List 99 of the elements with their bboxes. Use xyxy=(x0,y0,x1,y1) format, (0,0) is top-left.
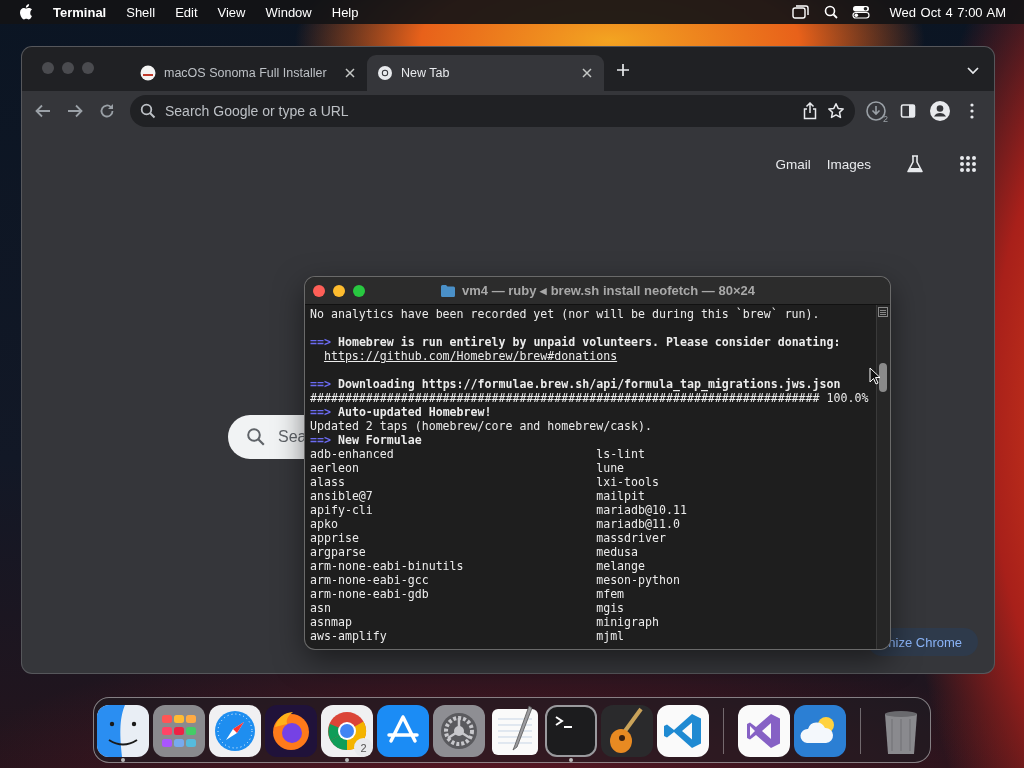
share-icon[interactable] xyxy=(802,102,818,120)
search-icon[interactable] xyxy=(823,5,838,19)
menu-item[interactable]: Window xyxy=(265,4,312,20)
address-placeholder: Search Google or type a URL xyxy=(165,103,350,119)
terminal-link[interactable]: https://github.com/Homebrew/brew#donations xyxy=(323,349,618,363)
apple-icon xyxy=(19,4,33,20)
browser-tab[interactable]: macOS Sonoma Full Installer xyxy=(130,55,367,91)
formula-name: massdriver xyxy=(596,531,667,545)
formula-name: adb-enhanced xyxy=(310,447,395,461)
formula-name: ansible@7 xyxy=(310,489,374,503)
terminal-line: No analytics have been recorded yet (nor will be during this `brew` run). xyxy=(310,307,821,321)
gear-icon[interactable] xyxy=(433,705,485,757)
terminal-heading: Homebrew is run entirely by unpaid volunteers. Please consider donating: xyxy=(337,335,841,349)
formula-name: lxi-tools xyxy=(596,475,660,489)
terminal-prompt-icon[interactable] xyxy=(545,705,597,757)
new-tab-icon[interactable] xyxy=(616,63,630,77)
close-button[interactable] xyxy=(313,284,325,297)
minimize-button[interactable] xyxy=(333,284,345,297)
terminal-heading: New Formulae xyxy=(337,433,422,447)
toggles-icon[interactable] xyxy=(851,5,870,19)
download-count: 2 xyxy=(883,114,888,124)
formula-name: mfem xyxy=(596,587,626,601)
smiling-face-icon[interactable] xyxy=(97,705,149,757)
formula-name: mailpit xyxy=(596,489,647,503)
tab-title: macOS Sonoma Full Installer xyxy=(164,66,328,80)
window-title: vm4 — ruby ◂ brew.sh install neofetch — 80×24 xyxy=(462,283,755,298)
formula-name: alass xyxy=(310,475,346,489)
terminal-line: ######################################################################### 100.0% xyxy=(310,391,870,405)
app-grid-icon[interactable] xyxy=(153,705,205,757)
zoom-button[interactable] xyxy=(353,284,365,297)
formula-name: lune xyxy=(596,461,626,475)
wheel-favicon-icon xyxy=(377,65,393,81)
notepad-pen-icon[interactable] xyxy=(489,705,541,757)
close-icon[interactable] xyxy=(343,66,357,80)
formula-name: apprise xyxy=(310,531,360,545)
menu-item[interactable]: Edit xyxy=(175,4,198,20)
formula-name: aerleon xyxy=(310,461,360,475)
header-link[interactable]: Images xyxy=(826,156,871,172)
apps-grid-icon[interactable] xyxy=(959,155,977,173)
menu-item[interactable]: Help xyxy=(331,4,359,20)
formula-name: argparse xyxy=(310,545,367,559)
flask-icon[interactable] xyxy=(905,154,925,174)
letter-a-icon[interactable] xyxy=(377,705,429,757)
formula-name: arm-none-eabi-gcc xyxy=(310,573,430,587)
prompt-arrow: ==> xyxy=(310,377,331,391)
formula-name: medusa xyxy=(596,545,640,559)
reload-icon[interactable] xyxy=(98,102,116,120)
formula-name: asn xyxy=(310,601,332,615)
page-favicon-icon xyxy=(140,65,156,81)
formula-name: mariadb@11.0 xyxy=(596,517,681,531)
terminal-heading: Downloading https://formulae.brew.sh/api/formula_tap_migrations.jws.json xyxy=(337,377,841,391)
more-icon[interactable] xyxy=(970,103,974,119)
formula-name: apify-cli xyxy=(310,503,374,517)
formula-name: melange xyxy=(596,559,647,573)
formula-name: arm-none-eabi-binutils xyxy=(310,559,465,573)
back-icon[interactable] xyxy=(34,102,52,120)
formula-name: mgis xyxy=(596,601,626,615)
clock[interactable]: Wed Oct 4 7:00 AM xyxy=(889,4,1006,20)
search-icon xyxy=(140,103,156,119)
formula-name: asnmap xyxy=(310,615,353,629)
formula-name: meson-python xyxy=(596,573,681,587)
close-icon[interactable] xyxy=(580,66,594,80)
browser-tab[interactable]: New Tab xyxy=(367,55,604,91)
formula-name: apko xyxy=(310,517,339,531)
tab-title: New Tab xyxy=(401,66,451,80)
scrollbar[interactable] xyxy=(876,305,890,649)
search-icon xyxy=(246,427,266,447)
windows-icon[interactable] xyxy=(791,5,810,19)
star-icon[interactable] xyxy=(827,102,845,120)
forward-icon[interactable] xyxy=(66,102,84,120)
side-panel-icon[interactable] xyxy=(900,103,916,119)
download-icon[interactable] xyxy=(865,100,887,122)
header-link[interactable]: Gmail xyxy=(775,156,811,172)
color-wheel-icon[interactable] xyxy=(321,705,373,757)
cloud-sun-icon[interactable] xyxy=(794,705,846,757)
terminal-heading: Auto-updated Homebrew! xyxy=(337,405,492,419)
compass-icon[interactable] xyxy=(209,705,261,757)
formula-name: mjml xyxy=(596,629,626,643)
pointer-icon xyxy=(869,367,881,385)
guitar-icon[interactable] xyxy=(601,705,653,757)
prompt-arrow: ==> xyxy=(310,335,331,349)
scrollbar-thumb[interactable] xyxy=(879,363,887,392)
terminal-line: Updated 2 taps (homebrew/core and homebrew/cask). xyxy=(310,419,654,433)
fox-globe-icon[interactable] xyxy=(265,705,317,757)
profile-icon[interactable] xyxy=(929,100,951,122)
formula-name: aws-amplify xyxy=(310,629,388,643)
code-editor-icon[interactable] xyxy=(657,705,709,757)
lines-icon xyxy=(878,307,888,317)
formula-name: ls-lint xyxy=(596,447,647,461)
address-bar[interactable]: Search Google or type a URL xyxy=(130,95,855,127)
formula-name: mariadb@10.11 xyxy=(596,503,688,517)
menu-item[interactable]: View xyxy=(217,4,246,20)
prompt-arrow: ==> xyxy=(310,405,331,419)
formula-name: arm-none-eabi-gdb xyxy=(310,587,430,601)
menu-item[interactable]: Shell xyxy=(126,4,156,20)
prompt-arrow: ==> xyxy=(310,433,331,447)
formula-name: minigraph xyxy=(596,615,660,629)
app-name[interactable]: Terminal xyxy=(53,4,107,20)
folder-icon xyxy=(440,284,456,297)
